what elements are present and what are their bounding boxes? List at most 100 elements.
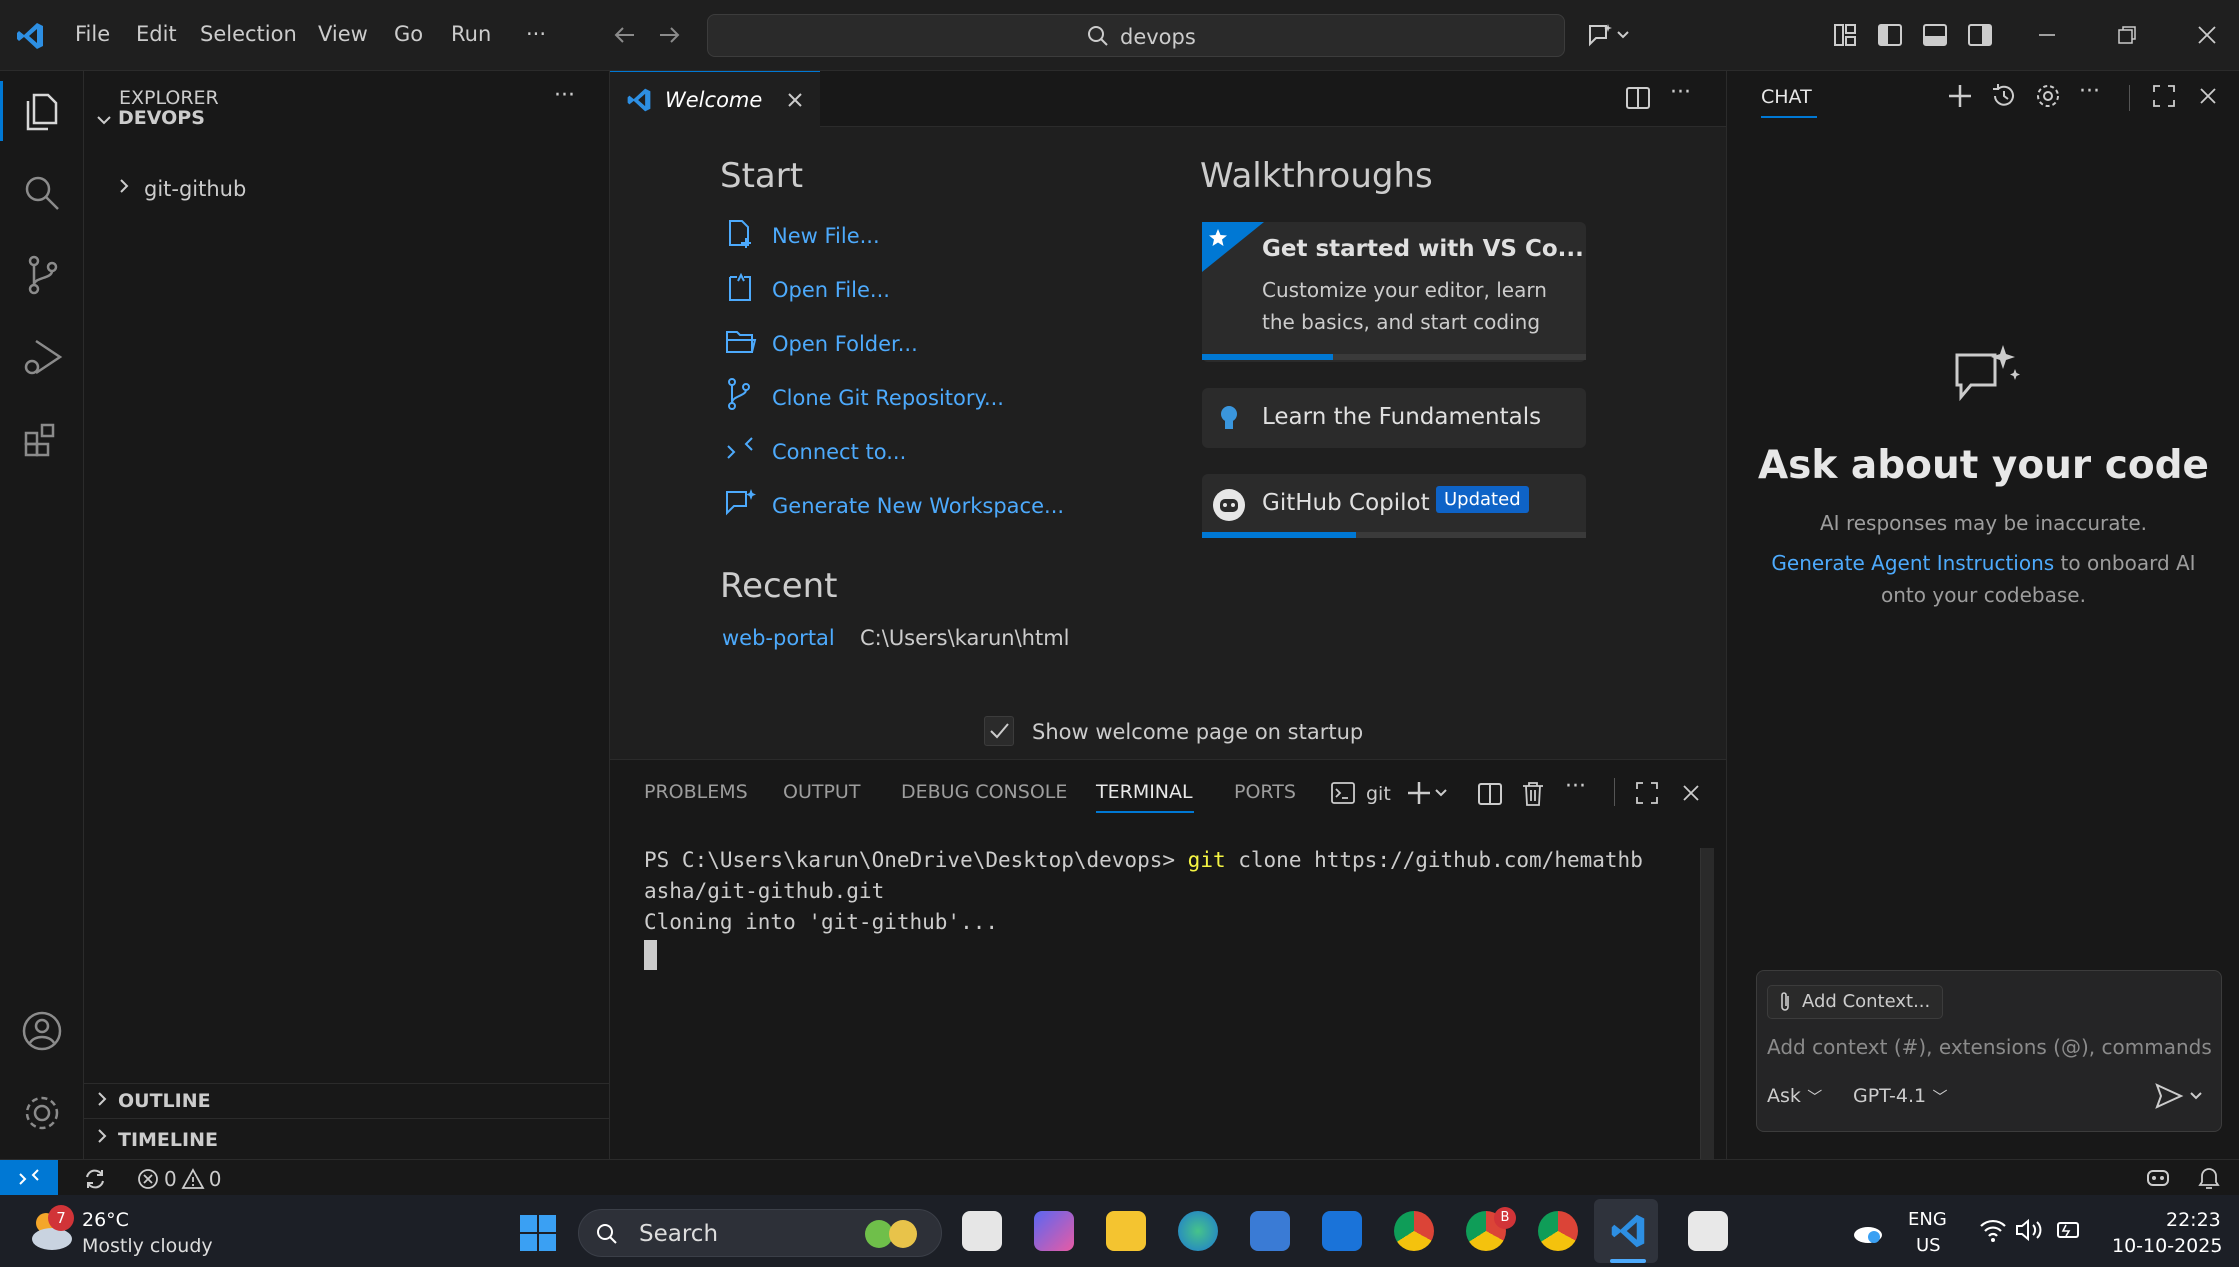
command-center-search[interactable]: devops <box>707 14 1565 57</box>
back-arrow-icon[interactable] <box>612 22 638 48</box>
tab-welcome[interactable]: Welcome <box>610 71 820 128</box>
vscode-taskbar-icon[interactable] <box>1608 1211 1648 1251</box>
menu-more[interactable]: ··· <box>526 22 546 46</box>
tab-output[interactable]: OUTPUT <box>783 781 860 803</box>
send-icon[interactable] <box>2153 1081 2209 1111</box>
tab-debug-console[interactable]: DEBUG CONSOLE <box>901 781 1067 803</box>
customize-layout-icon[interactable] <box>1832 22 1858 48</box>
clock-date[interactable]: 10-10-2025 <box>2112 1235 2222 1257</box>
chrome-browser-icon[interactable] <box>1394 1211 1434 1251</box>
volume-icon[interactable] <box>2014 1217 2044 1243</box>
chat-model-dropdown[interactable]: GPT-4.1 ﹀ <box>1853 1083 1948 1107</box>
outline-section[interactable]: OUTLINE <box>92 1084 610 1116</box>
recent-item-link[interactable]: web-portal <box>722 626 835 650</box>
split-terminal-icon[interactable] <box>1476 780 1504 808</box>
walkthrough-copilot-card[interactable]: GitHub Copilot Updated <box>1202 474 1586 538</box>
folder-root-devops[interactable]: DEVOPS <box>92 105 610 135</box>
timeline-section[interactable]: TIMELINE <box>92 1121 610 1153</box>
generate-agent-instructions-link[interactable]: Generate Agent Instructions <box>1771 551 2054 575</box>
terminal-prompt: PS C:\Users\karun\OneDrive\Desktop\devop… <box>644 848 1176 872</box>
windows-start-icon[interactable] <box>518 1213 558 1253</box>
sync-icon[interactable] <box>82 1166 108 1192</box>
region-indicator[interactable]: US <box>1916 1235 1941 1256</box>
search-view-icon[interactable] <box>20 171 64 215</box>
close-window-icon[interactable] <box>2194 22 2220 48</box>
walkthrough-get-started-card[interactable]: Get started with VS Co... Customize your… <box>1202 222 1586 362</box>
settings-gear-icon[interactable] <box>20 1091 64 1135</box>
minimize-icon[interactable] <box>2034 22 2060 48</box>
recent-heading: Recent <box>720 566 838 606</box>
history-icon[interactable] <box>1989 81 2019 111</box>
edge-browser-icon[interactable] <box>1178 1211 1218 1251</box>
chat-header[interactable]: CHAT <box>1761 86 1812 108</box>
onedrive-icon[interactable] <box>1852 1217 1884 1245</box>
tab-ports[interactable]: PORTS <box>1234 781 1296 803</box>
show-on-startup-checkbox[interactable] <box>984 716 1014 746</box>
source-control-icon[interactable] <box>20 253 64 297</box>
problems-status-button[interactable]: 0 0 <box>136 1164 221 1194</box>
explorer-files-icon[interactable] <box>20 89 64 133</box>
generate-workspace-link[interactable]: Generate New Workspace... <box>772 494 1064 518</box>
add-context-button[interactable]: Add Context... <box>1767 985 1944 1019</box>
menu-edit[interactable]: Edit <box>136 22 177 46</box>
split-editor-icon[interactable] <box>1624 84 1652 112</box>
task-view-icon[interactable] <box>962 1211 1002 1251</box>
tab-problems[interactable]: PROBLEMS <box>644 781 748 803</box>
toggle-panel-icon[interactable] <box>1922 22 1948 48</box>
menu-go[interactable]: Go <box>394 22 423 46</box>
remote-indicator-button[interactable] <box>0 1160 58 1196</box>
panel-more-icon[interactable]: ··· <box>1565 774 1586 799</box>
new-file-link[interactable]: New File... <box>772 224 880 248</box>
language-indicator[interactable]: ENG <box>1908 1209 1947 1230</box>
battery-icon[interactable] <box>2054 1217 2084 1243</box>
maximize-chat-icon[interactable] <box>2151 83 2177 109</box>
weather-desc[interactable]: Mostly cloudy <box>82 1235 213 1257</box>
editor-more-actions-icon[interactable]: ··· <box>1670 80 1691 105</box>
open-file-link[interactable]: Open File... <box>772 278 890 302</box>
bell-icon[interactable] <box>2196 1164 2222 1192</box>
toggle-primary-sidebar-icon[interactable] <box>1877 22 1903 48</box>
snipping-tool-icon[interactable] <box>1688 1211 1728 1251</box>
taskbar-search-box[interactable]: Search <box>578 1209 942 1257</box>
clone-repo-link[interactable]: Clone Git Repository... <box>772 386 1004 410</box>
connect-to-link[interactable]: Connect to... <box>772 440 906 464</box>
copilot-status-icon[interactable] <box>2144 1164 2172 1192</box>
chat-more-icon[interactable]: ··· <box>2079 79 2100 104</box>
copilot-app-icon[interactable] <box>1034 1211 1074 1251</box>
chat-mode-dropdown[interactable]: Ask ﹀ <box>1767 1083 1822 1107</box>
folder-item-git-github[interactable]: git-github <box>114 171 610 201</box>
open-folder-link[interactable]: Open Folder... <box>772 332 918 356</box>
terminal-scrollbar[interactable] <box>1700 848 1714 1160</box>
menu-selection[interactable]: Selection <box>200 22 297 46</box>
menu-run[interactable]: Run <box>451 22 491 46</box>
start-heading: Start <box>720 156 804 196</box>
run-debug-icon[interactable] <box>20 335 64 379</box>
new-chat-icon[interactable] <box>1945 81 1975 111</box>
terminal-name[interactable]: git <box>1366 783 1391 805</box>
tab-terminal[interactable]: TERMINAL <box>1096 781 1193 803</box>
accounts-icon[interactable] <box>20 1009 64 1053</box>
chat-input-placeholder[interactable]: Add context (#), extensions (@), command… <box>1767 1035 2212 1059</box>
maximize-panel-icon[interactable] <box>1634 780 1660 806</box>
toggle-secondary-sidebar-icon[interactable] <box>1967 22 1993 48</box>
menu-file[interactable]: File <box>75 22 110 46</box>
forward-arrow-icon[interactable] <box>656 22 682 48</box>
walkthrough-fundamentals-card[interactable]: Learn the Fundamentals <box>1202 388 1586 448</box>
wifi-icon[interactable] <box>1978 1217 2008 1243</box>
close-tab-icon[interactable] <box>782 87 808 113</box>
weather-temp[interactable]: 26°C <box>82 1209 129 1231</box>
copilot-chat-icon[interactable] <box>1586 20 1632 50</box>
restore-icon[interactable] <box>2114 22 2140 48</box>
close-chat-icon[interactable] <box>2195 83 2221 109</box>
close-panel-icon[interactable] <box>1678 780 1704 806</box>
microsoft-store-icon[interactable] <box>1250 1211 1290 1251</box>
new-terminal-icon[interactable] <box>1406 778 1454 808</box>
clock-time[interactable]: 22:23 <box>2166 1209 2221 1231</box>
menu-view[interactable]: View <box>318 22 368 46</box>
chat-settings-gear-icon[interactable] <box>2033 81 2063 111</box>
file-explorer-icon[interactable] <box>1106 1211 1146 1251</box>
trash-icon[interactable] <box>1520 780 1546 808</box>
chrome-browser-2-icon[interactable] <box>1538 1211 1578 1251</box>
extensions-icon[interactable] <box>20 417 64 461</box>
outlook-icon[interactable] <box>1322 1211 1362 1251</box>
